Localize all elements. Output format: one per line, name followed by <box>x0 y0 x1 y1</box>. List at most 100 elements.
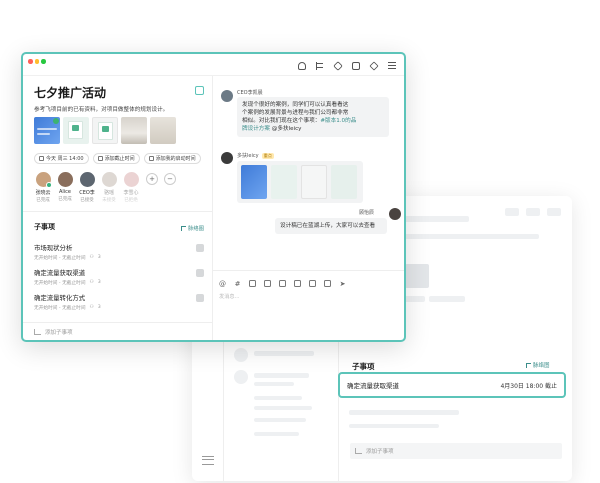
star-icon[interactable] <box>369 61 379 71</box>
file-icon[interactable] <box>279 280 286 287</box>
placeholder-line <box>254 432 299 436</box>
member-name: Alice <box>58 189 72 195</box>
quote-icon[interactable] <box>294 280 301 287</box>
subtasks-heading: 子事项 <box>34 223 55 231</box>
people-icon: ⚇ <box>89 305 94 310</box>
attachment-thumb[interactable] <box>331 165 357 199</box>
mention[interactable]: @多扶leicy <box>272 126 302 132</box>
video-icon[interactable] <box>309 280 316 287</box>
back-add-subtask-input[interactable]: 添加子事项 <box>350 443 562 459</box>
member-name: CEO李 <box>79 190 95 196</box>
tree-icon <box>181 225 187 231</box>
avatar[interactable] <box>389 208 401 220</box>
add-deadline-chip[interactable]: 添加截止时间 <box>92 153 140 164</box>
placeholder-line <box>254 351 314 356</box>
attachment-thumb[interactable] <box>63 117 89 144</box>
minimize-window-button[interactable] <box>34 59 39 64</box>
subtask-time: 无开始时间 - 无截止时间 <box>34 306 86 311</box>
project-window: 七夕推广活动 参考飞项目前的已有资料，对项目做整体的规划设计。 今天 周三 14… <box>21 52 406 342</box>
add-member-button[interactable]: + <box>146 173 158 185</box>
maximize-window-button[interactable] <box>41 59 46 64</box>
chip-label: 今天 周三 14:00 <box>46 156 84 162</box>
attachment-thumb[interactable] <box>92 117 118 144</box>
subtask-item[interactable]: 确定流量转化方式 无开始时间 - 无截止时间 ⚇ 3 <box>34 293 204 311</box>
send-icon[interactable]: ➤ <box>339 280 346 288</box>
member-item[interactable]: CEO李 已接受 <box>78 172 96 203</box>
member-name: 骆瑶 <box>103 190 114 196</box>
placeholder-line <box>254 396 302 400</box>
back-tree-link[interactable]: 脉络图 <box>526 361 550 369</box>
remove-member-button[interactable]: − <box>164 173 176 185</box>
project-title: 七夕推广活动 <box>34 86 107 100</box>
attachment-thumb[interactable] <box>150 117 176 144</box>
done-badge-icon <box>45 182 52 188</box>
chip-label: 添加我的启动时间 <box>155 156 196 162</box>
image-icon[interactable] <box>249 280 256 287</box>
close-window-button[interactable] <box>28 59 33 64</box>
message-line: 个案例的发展背景与进程与我们公司都非常 <box>242 110 349 117</box>
avatar <box>123 172 139 187</box>
start-time-chip[interactable]: 今天 周三 14:00 <box>34 153 89 164</box>
message-input[interactable]: 发消息... <box>219 293 240 300</box>
attachment-thumb[interactable] <box>271 165 297 199</box>
member-item[interactable]: 李雪心 已拒绝 <box>122 172 140 203</box>
add-start-time-chip[interactable]: 添加我的启动时间 <box>143 153 201 164</box>
people-icon: ⚇ <box>89 280 94 285</box>
avatar[interactable] <box>221 152 233 164</box>
add-subtask-label: 添加子事项 <box>45 329 73 336</box>
folder-icon[interactable] <box>264 280 271 287</box>
avatar[interactable] <box>221 90 233 102</box>
placeholder-avatar <box>234 370 248 384</box>
message-text: 设计稿已在蓝湖上传，大家可以去查看 <box>280 223 376 229</box>
project-detail-panel: 七夕推广活动 参考飞项目前的已有资料，对项目做整体的规划设计。 今天 周三 14… <box>23 76 213 340</box>
calendar-icon <box>39 156 44 161</box>
back-tree-label: 脉络图 <box>533 363 550 369</box>
member-item[interactable]: 骆瑶 未接受 <box>100 172 118 203</box>
back-add-subtask-label: 添加子事项 <box>366 449 394 455</box>
highlighted-subtask[interactable]: 确定流量获取渠道 4月30日 18:00 截止 <box>338 372 566 398</box>
subtask-checkbox[interactable] <box>196 294 204 302</box>
cube-icon[interactable] <box>333 61 343 71</box>
subtask-name: 确定流量转化方式 <box>34 294 86 302</box>
mention-icon[interactable]: @ <box>219 280 226 288</box>
menu-icon[interactable] <box>202 456 214 465</box>
tree-icon[interactable] <box>316 62 324 70</box>
subtask-checkbox[interactable] <box>196 244 204 252</box>
message-bubble: 设计稿已在蓝湖上传，大家可以去查看 <box>275 218 387 235</box>
folder-icon[interactable] <box>352 62 360 70</box>
member-name: 张晓云 <box>35 190 51 196</box>
attachment-thumb[interactable] <box>241 165 267 199</box>
attachment-thumb[interactable] <box>121 117 147 144</box>
attachment-card[interactable] <box>237 161 363 203</box>
attachment-thumbnails <box>34 117 176 144</box>
avatar <box>57 172 73 187</box>
attachment-thumb[interactable] <box>301 165 327 199</box>
avatar <box>79 172 95 187</box>
add-subtask-button[interactable]: 添加子事项 <box>23 322 212 340</box>
subtask-checkbox[interactable] <box>196 269 204 277</box>
complete-checkbox[interactable] <box>195 86 204 95</box>
title-bar <box>23 54 404 76</box>
project-link[interactable]: 牌设计方案 <box>242 126 270 132</box>
project-link[interactable]: #版本1.0的品 <box>320 118 356 124</box>
screenshot-icon[interactable] <box>324 280 331 287</box>
members-icon[interactable] <box>298 62 306 70</box>
placeholder-line <box>254 418 306 422</box>
subtask-name: 确定流量获取渠道 <box>347 382 399 390</box>
input-toolbar: @ # ➤ <box>219 280 346 288</box>
member-item[interactable]: 张晓云 已完成 <box>34 172 52 203</box>
subtask-item[interactable]: 确定流量获取渠道 无开始时间 - 无截止时间 ⚇ 3 <box>34 268 204 286</box>
add-subtask-icon <box>355 448 362 454</box>
subtask-item[interactable]: 市场现状分析 无开始时间 - 无截止时间 ⚇ 3 <box>34 243 204 261</box>
member-list: 张晓云 已完成 Alice 已完成 CEO李 已接受 骆瑶 未接受 李雪心 已拒绝 + − <box>34 172 176 203</box>
people-icon: ⚇ <box>89 255 94 260</box>
more-menu-icon[interactable] <box>388 62 396 69</box>
member-item[interactable]: Alice 已完成 <box>56 172 74 203</box>
avatar <box>35 172 52 188</box>
tree-view-link[interactable]: 脉络图 <box>181 224 204 232</box>
subtask-count: 3 <box>97 255 101 260</box>
hashtag-icon[interactable]: # <box>234 280 241 288</box>
member-status: 已完成 <box>58 197 72 202</box>
message-bubble: 发现个很好的案例，同学们可以认真看看这 个案例的发展背景与进程与我们公司都非常 … <box>237 97 389 138</box>
attachment-thumb[interactable] <box>34 117 60 144</box>
